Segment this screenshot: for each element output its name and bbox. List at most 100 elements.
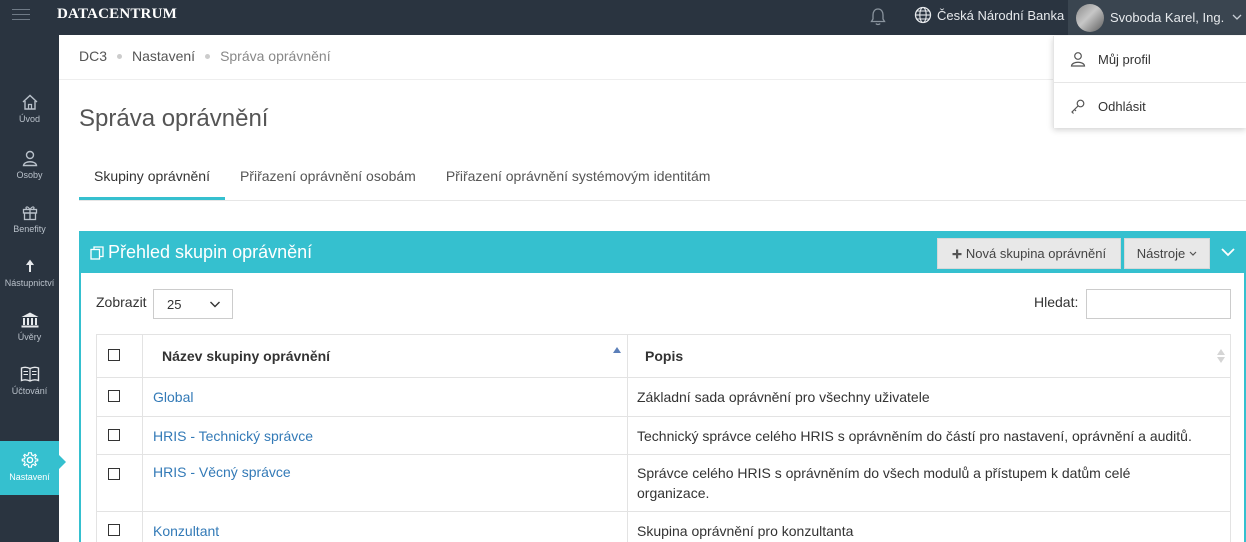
organization-name: Česká Národní Banka xyxy=(937,7,1065,23)
page-size-label: Zobrazit xyxy=(96,294,147,310)
group-name-link[interactable]: Konzultant xyxy=(153,523,219,539)
home-icon xyxy=(22,94,37,110)
group-name-link[interactable]: Global xyxy=(153,389,193,405)
sidebar-item-nastupnictvi[interactable]: Nástupnictví xyxy=(0,257,59,297)
group-description: Základní sada oprávnění pro všechny uživ… xyxy=(627,377,1231,417)
row-checkbox-cell xyxy=(96,416,143,455)
group-description: Správce celého HRIS s oprávněním do všec… xyxy=(627,454,1231,512)
user-dropdown-menu: Můj profil Odhlásit xyxy=(1053,36,1246,128)
menu-item-logout[interactable]: Odhlásit xyxy=(1054,83,1246,129)
chevron-down-icon xyxy=(210,301,220,308)
page-size-select[interactable]: 25 xyxy=(153,289,233,319)
user-icon xyxy=(1070,52,1086,67)
group-name-cell: HRIS - Věcný správce xyxy=(142,454,628,512)
column-header-label: Popis xyxy=(645,348,684,364)
person-icon xyxy=(22,150,37,167)
user-menu-toggle[interactable]: Svoboda Karel, Ing. xyxy=(1068,0,1246,35)
menu-item-label: Můj profil xyxy=(1098,51,1151,67)
breadcrumb-current: Správa oprávnění xyxy=(220,48,331,64)
sidebar-item-uvod[interactable]: Úvod xyxy=(0,93,59,133)
top-bar: DATACENTRUM Česká Národní Banka Svoboda … xyxy=(0,0,1246,35)
sidebar-item-benefity[interactable]: Benefity xyxy=(0,203,59,243)
plus-icon xyxy=(952,249,962,258)
new-group-button-label: Nová skupina oprávnění xyxy=(965,246,1107,261)
row-checkbox[interactable] xyxy=(108,390,120,402)
panel-title-text: Přehled skupin oprávnění xyxy=(108,242,313,262)
search-label: Hledat: xyxy=(1034,294,1079,310)
sidebar-item-label: Nastavení xyxy=(9,472,50,482)
gift-icon xyxy=(22,206,37,221)
table-row: HRIS - Věcný správce Správce celého HRIS… xyxy=(96,454,1231,512)
column-header-description[interactable]: Popis xyxy=(627,334,1231,378)
group-name-cell: Global xyxy=(142,377,628,417)
sidebar: Úvod Osoby Benefity Nástupnictví Úvěry Ú… xyxy=(0,35,66,542)
sort-ascending-icon xyxy=(613,347,621,353)
sort-icon xyxy=(1217,349,1225,363)
collapse-panel-icon[interactable] xyxy=(1220,244,1236,260)
breadcrumb-separator xyxy=(117,53,123,59)
notification-bell-icon[interactable] xyxy=(869,7,887,27)
search-input[interactable] xyxy=(1086,289,1231,319)
new-group-button[interactable]: Nová skupina oprávnění xyxy=(937,238,1121,269)
panel-title: Přehled skupin oprávnění xyxy=(90,242,312,263)
column-header-label: Název skupiny oprávnění xyxy=(162,348,331,364)
globe-icon xyxy=(914,6,932,24)
sidebar-item-label: Nástupnictví xyxy=(4,278,55,288)
sidebar-item-uvery[interactable]: Úvěry xyxy=(0,311,59,351)
menu-item-label: Odhlásit xyxy=(1098,98,1146,114)
row-checkbox[interactable] xyxy=(108,468,120,480)
organization-selector[interactable]: Česká Národní Banka xyxy=(914,5,1064,25)
tools-button-label: Nástroje xyxy=(1136,246,1186,261)
sidebar-item-nastaveni[interactable]: Nastavení xyxy=(0,441,66,495)
breadcrumb: DC3 Nastavení Správa oprávnění xyxy=(79,48,331,64)
breadcrumb-separator xyxy=(205,53,211,59)
row-checkbox-cell xyxy=(96,454,143,512)
book-icon xyxy=(20,366,39,382)
group-name-cell: HRIS - Technický správce xyxy=(142,416,628,455)
select-all-checkbox[interactable] xyxy=(108,349,120,361)
gear-icon xyxy=(21,452,38,468)
column-header-name[interactable]: Název skupiny oprávnění xyxy=(142,334,628,378)
tab-skupiny-opravneni[interactable]: Skupiny oprávnění xyxy=(79,160,225,200)
sidebar-item-label: Účtování xyxy=(11,386,48,396)
avatar xyxy=(1076,3,1104,32)
table-row: Konzultant Skupina oprávnění pro konzult… xyxy=(96,511,1231,542)
sidebar-item-label: Úvod xyxy=(18,114,40,124)
hamburger-menu-icon[interactable] xyxy=(12,9,30,23)
bank-icon xyxy=(21,312,38,328)
row-checkbox-cell xyxy=(96,377,143,417)
row-checkbox[interactable] xyxy=(108,523,120,536)
sidebar-item-label: Benefity xyxy=(13,224,46,234)
group-description: Skupina oprávnění pro konzultanta xyxy=(627,511,1231,542)
chevron-down-icon xyxy=(1232,12,1242,23)
menu-item-my-profile[interactable]: Můj profil xyxy=(1054,36,1246,82)
tab-prirazeni-osobam[interactable]: Přiřazení oprávnění osobám xyxy=(225,160,431,200)
group-name-link[interactable]: HRIS - Technický správce xyxy=(153,428,313,444)
panel-header: Přehled skupin oprávnění Nová skupina op… xyxy=(81,233,1246,273)
sidebar-item-osoby[interactable]: Osoby xyxy=(0,149,59,189)
sidebar-item-label: Úvěry xyxy=(17,332,42,342)
table-row: Global Základní sada oprávnění pro všech… xyxy=(96,377,1231,417)
tab-prirazeni-systemovym-identitam[interactable]: Přiřazení oprávnění systémovým identitám xyxy=(431,160,726,200)
chevron-down-icon xyxy=(1189,251,1197,256)
table-row: HRIS - Technický správce Technický správ… xyxy=(96,416,1231,455)
page-size-value: 25 xyxy=(167,297,182,312)
arrow-up-icon xyxy=(25,259,34,272)
breadcrumb-item[interactable]: DC3 xyxy=(79,48,107,64)
sidebar-item-label: Osoby xyxy=(16,170,43,180)
key-icon xyxy=(1071,99,1085,114)
tools-button[interactable]: Nástroje xyxy=(1124,238,1210,269)
permission-groups-table: Název skupiny oprávnění Popis Global Zák… xyxy=(96,334,1231,542)
sidebar-item-uctovani[interactable]: Účtování xyxy=(0,365,59,405)
permission-groups-panel: Přehled skupin oprávnění Nová skupina op… xyxy=(79,231,1246,542)
row-checkbox[interactable] xyxy=(108,428,120,441)
user-name: Svoboda Karel, Ing. xyxy=(1110,10,1225,25)
app-logo[interactable]: DATACENTRUM xyxy=(57,6,177,23)
tab-bar: Skupiny oprávnění Přiřazení oprávnění os… xyxy=(79,160,1246,201)
group-name-link[interactable]: HRIS - Věcný správce xyxy=(153,464,291,480)
group-name-cell: Konzultant xyxy=(142,511,628,542)
select-all-cell xyxy=(96,334,143,378)
breadcrumb-item[interactable]: Nastavení xyxy=(132,48,195,64)
row-checkbox-cell xyxy=(96,511,143,542)
group-description: Technický správce celého HRIS s oprávněn… xyxy=(627,416,1231,455)
